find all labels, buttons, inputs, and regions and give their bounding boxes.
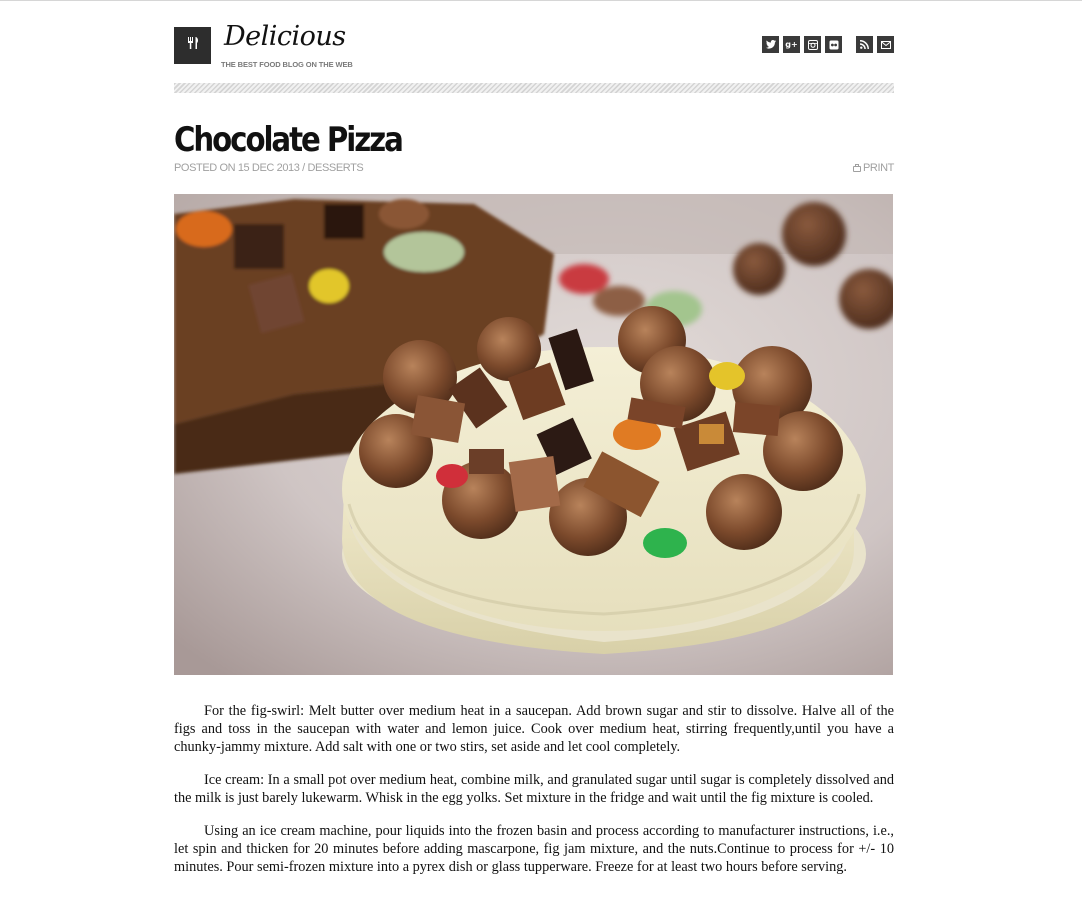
paragraph-ice-cream: Ice cream: In a small pot over medium he… (174, 772, 894, 806)
paragraph-process: Using an ice cream machine, pour liquids… (174, 823, 894, 875)
print-label: PRINT (862, 162, 894, 174)
post-category-link[interactable]: Desserts (307, 162, 363, 174)
site-header: Delicious THE BEST FOOD BLOG ON THE WEB … (174, 1, 894, 83)
post: Chocolate Pizza Posted on 15 Dec 2013 / … (174, 93, 894, 876)
logo-link[interactable] (174, 27, 211, 64)
paragraph-fig-swirl: For the fig-swirl: Melt butter over medi… (174, 703, 894, 755)
chocolate-pizza-image (174, 194, 893, 675)
page-container: Delicious THE BEST FOOD BLOG ON THE WEB … (174, 1, 894, 876)
post-meta-info: Posted on 15 Dec 2013 / Desserts (174, 162, 364, 174)
instagram-icon[interactable] (804, 36, 821, 53)
rss-icon[interactable] (856, 36, 873, 53)
printer-icon (852, 164, 861, 172)
meta-prefix: Posted on (174, 162, 236, 174)
header-divider (174, 83, 894, 93)
post-content: For the fig-swirl: Melt butter over medi… (174, 702, 894, 876)
site-title[interactable]: Delicious (224, 23, 346, 50)
post-title: Chocolate Pizza (174, 120, 404, 160)
post-meta: Posted on 15 Dec 2013 / Desserts PRINT (174, 160, 894, 184)
email-icon[interactable] (877, 36, 894, 53)
social-spacer (846, 36, 852, 53)
google-plus-icon[interactable]: g+ (783, 36, 800, 53)
site-tagline: THE BEST FOOD BLOG ON THE WEB (221, 60, 353, 69)
post-category: Desserts (307, 162, 364, 174)
print-button[interactable]: PRINT (852, 162, 894, 174)
fork-knife-icon (185, 35, 201, 56)
social-links: g+ (762, 36, 894, 53)
flickr-icon[interactable] (825, 36, 842, 53)
twitter-icon[interactable] (762, 36, 779, 53)
post-featured-image (174, 194, 893, 675)
post-date: 15 Dec 2013 (237, 162, 300, 174)
